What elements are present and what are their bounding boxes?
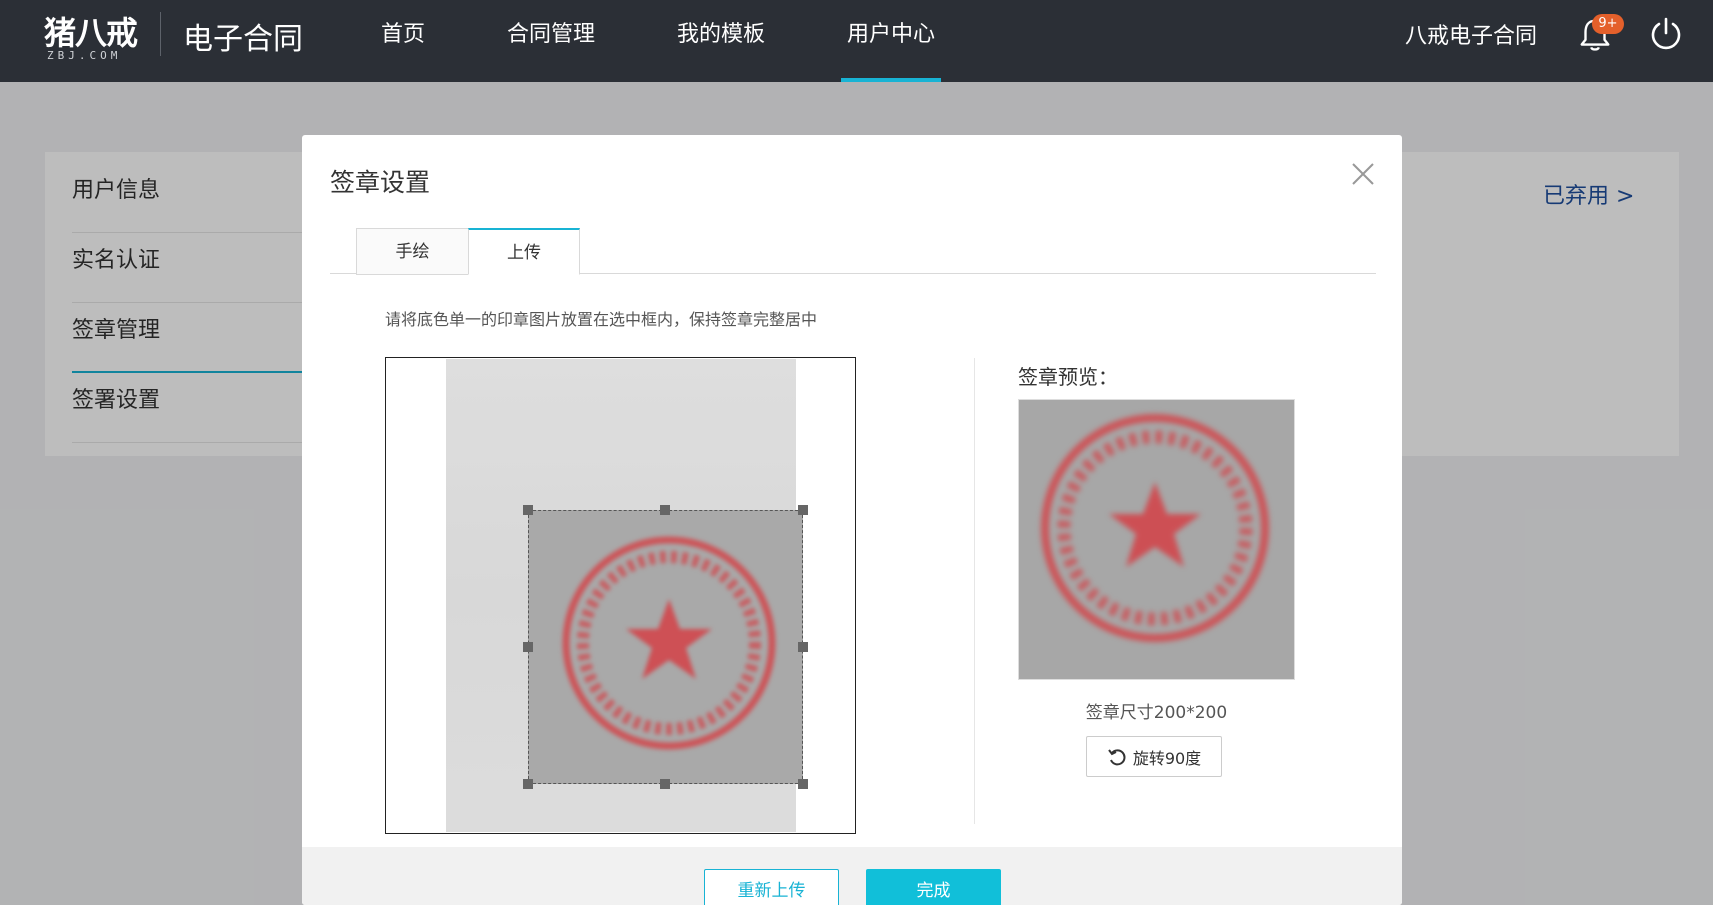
done-button[interactable]: 完成 [866,869,1001,905]
seal-settings-modal: 签章设置 手绘 上传 请将底色单一的印章图片放置在选中框内，保持签章完整居中 签… [302,135,1402,905]
user-name-link[interactable]: 八戒电子合同 [1405,18,1537,50]
nav-my-templates[interactable]: 我的模板 [651,0,791,82]
rotate-button-label: 旋转90度 [1132,748,1202,768]
crop-handle-left[interactable] [523,642,533,652]
nav-user-center[interactable]: 用户中心 [821,0,961,82]
crop-handle-right[interactable] [798,642,808,652]
tab-hand-draw[interactable]: 手绘 [356,228,468,275]
main-nav: 首页 合同管理 我的模板 用户中心 [355,0,991,82]
modal-tabs: 手绘 上传 [330,228,1376,275]
close-icon[interactable] [1350,161,1376,187]
rotate-icon [1108,748,1126,765]
logo-subtext: ZBJ.COM [47,49,122,62]
crop-handle-top-left[interactable] [523,505,533,515]
seal-preview-image [1041,414,1269,642]
crop-area[interactable] [385,357,856,834]
tab-upload[interactable]: 上传 [468,228,580,275]
uploaded-seal-photo [446,359,803,832]
seal-preview-box [1018,399,1295,680]
zbj-logo[interactable]: 猪八戒 ZBJ.COM [44,8,144,68]
vertical-divider [974,358,975,824]
nav-contract-management[interactable]: 合同管理 [481,0,621,82]
seal-stamp-image [562,536,776,750]
crop-selection-box[interactable] [528,510,803,784]
seal-size-text: 签章尺寸200*200 [1085,703,1228,723]
reupload-button[interactable]: 重新上传 [704,869,839,905]
crop-handle-bottom-right[interactable] [798,779,808,789]
modal-title: 签章设置 [330,168,431,197]
logo-text: 猪八戒 [44,14,138,52]
nav-home[interactable]: 首页 [355,0,451,82]
notification-badge: 9+ [1592,14,1624,34]
rotate-90-button[interactable]: 旋转90度 [1086,736,1222,777]
top-navigation-bar: 猪八戒 ZBJ.COM 电子合同 首页 合同管理 我的模板 用户中心 八戒电子合… [0,0,1713,82]
logo-divider [160,12,161,56]
crop-handle-top-right[interactable] [798,505,808,515]
upload-instruction: 请将底色单一的印章图片放置在选中框内，保持签章完整居中 [385,310,818,329]
crop-handle-top[interactable] [660,505,670,515]
app-title: 电子合同 [183,22,303,57]
crop-handle-bottom[interactable] [660,779,670,789]
preview-label: 签章预览： [1018,365,1118,389]
power-icon[interactable] [1648,16,1684,52]
modal-footer: 重新上传 完成 [302,847,1402,905]
crop-handle-bottom-left[interactable] [523,779,533,789]
